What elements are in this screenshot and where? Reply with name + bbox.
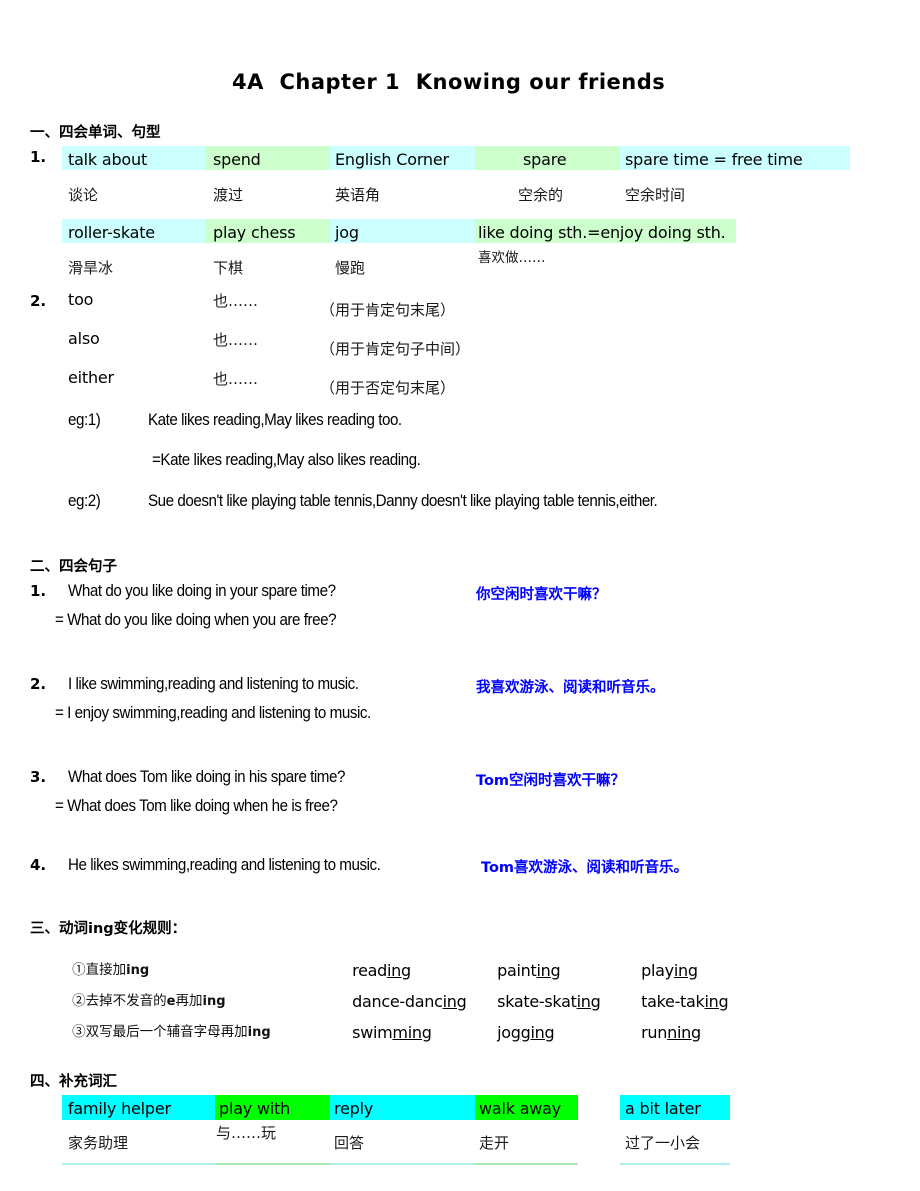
list-number-2: 2. <box>30 292 47 310</box>
vocab-word: jog <box>335 223 359 242</box>
vocab-gloss: 喜欢做…… <box>478 250 546 266</box>
extra-vocab-gloss: 走开 <box>479 1134 510 1152</box>
column-rule <box>62 1163 215 1165</box>
ing-suffix: ing <box>442 992 467 1011</box>
vocab-gloss: 谈论 <box>68 186 99 204</box>
column-rule <box>475 1163 578 1165</box>
ing-rule-text: ①直接加 <box>72 961 127 978</box>
extra-vocab-word: reply <box>334 1099 374 1118</box>
sentence-translation: Tom喜欢游泳、阅读和听音乐。 <box>481 860 689 876</box>
column-rule <box>215 1163 330 1165</box>
vocab-word: talk about <box>68 150 148 169</box>
ing-stem: swim <box>352 1023 393 1042</box>
sentence-number: 3. <box>30 768 47 786</box>
adverb-word: too <box>68 290 94 309</box>
adverb-note: （用于否定句末尾） <box>320 379 456 397</box>
sentence-line-primary: He likes swimming,reading and listening … <box>68 856 381 874</box>
ing-suffix: ing <box>704 992 729 1011</box>
extra-vocab-word: walk away <box>479 1099 562 1118</box>
adverb-note: （用于肯定句末尾） <box>320 301 456 319</box>
column-rule <box>330 1163 475 1165</box>
adverb-gloss: 也…… <box>213 292 259 310</box>
adverb-word: also <box>68 329 100 348</box>
example-line: Sue doesn't like playing table tennis,Da… <box>148 492 658 510</box>
ing-rule-text: ②去掉不发音的 <box>72 992 167 1009</box>
sentence-line-equivalent: = What do you like doing when you are fr… <box>55 611 337 629</box>
vocab-word: like doing sth.=enjoy doing sth. <box>478 223 726 242</box>
extra-vocab-gloss: 家务助理 <box>68 1134 129 1152</box>
sentence-number: 2. <box>30 675 47 693</box>
list-number-1: 1. <box>30 148 47 166</box>
sentence-number: 4. <box>30 856 47 874</box>
vocab-gloss: 空余时间 <box>625 186 686 204</box>
ing-rule-bold: ing <box>247 1024 271 1040</box>
vocab-word: play chess <box>213 223 296 242</box>
sentence-line-equivalent: = What does Tom like doing when he is fr… <box>55 797 338 815</box>
vocab-word: spend <box>213 150 261 169</box>
extra-vocab-word: a bit later <box>625 1099 701 1118</box>
adverb-note: （用于肯定句子中间） <box>320 340 471 358</box>
sentence-line-equivalent: = I enjoy swimming,reading and listening… <box>55 704 371 722</box>
section-heading-2: 二、四会句子 <box>30 559 117 575</box>
vocab-gloss: 空余的 <box>518 186 564 204</box>
ing-suffix: ging <box>520 1023 555 1042</box>
example-label: eg:2) <box>68 492 101 510</box>
adverb-gloss: 也…… <box>213 331 259 349</box>
example-line: Kate likes reading,May likes reading too… <box>148 411 402 429</box>
ing-stem: run <box>641 1023 668 1042</box>
adverb-gloss: 也…… <box>213 370 259 388</box>
ing-rule-bold: e <box>166 993 176 1009</box>
sentence-line-primary: What do you like doing in your spare tim… <box>68 582 336 600</box>
ing-rule-bold: ing <box>126 962 150 978</box>
vocab-gloss: 英语角 <box>335 186 381 204</box>
section-heading-1: 一、四会单词、句型 <box>30 125 161 141</box>
vocab-gloss: 渡过 <box>213 186 244 204</box>
vocab-gloss: 慢跑 <box>335 259 366 277</box>
ing-rule-text: ③双写最后一个辅音字母再加 <box>72 1023 248 1040</box>
vocab-gloss: 滑旱冰 <box>68 259 114 277</box>
ing-suffix: ning <box>667 1023 701 1042</box>
page-title: 4A Chapter 1 Knowing our friends <box>232 70 666 94</box>
sentence-translation: 我喜欢游泳、阅读和听音乐。 <box>476 680 665 696</box>
ing-suffix: ming <box>392 1023 432 1042</box>
extra-vocab-word: family helper <box>68 1099 171 1118</box>
sentence-number: 1. <box>30 582 47 600</box>
sentence-translation: Tom空闲时喜欢干嘛？ <box>476 773 626 789</box>
ing-rule-label: ③双写最后一个辅音字母再加ing <box>55 1012 271 1053</box>
extra-vocab-word: play with <box>219 1099 291 1118</box>
sentence-line-primary: I like swimming,reading and listening to… <box>68 675 359 693</box>
section-heading-3: 三、动词ing变化规则： <box>30 921 187 937</box>
example-line: =Kate likes reading,May also likes readi… <box>152 451 421 469</box>
document-page: 4A Chapter 1 Knowing our friends 一、四会单词、… <box>0 0 920 1191</box>
sentence-translation: 你空闲时喜欢干嘛？ <box>476 587 607 603</box>
ing-rule-bold-2: ing <box>202 993 226 1009</box>
vocab-word: spare <box>523 150 567 169</box>
sentence-line-primary: What does Tom like doing in his spare ti… <box>68 768 345 786</box>
extra-vocab-gloss: 与……玩 <box>216 1124 277 1142</box>
ing-example: running <box>622 1009 701 1057</box>
ing-stem: jog <box>497 1023 521 1042</box>
ing-suffix: ing <box>576 992 601 1011</box>
vocab-word: spare time = free time <box>625 150 803 169</box>
extra-vocab-gloss: 回答 <box>334 1134 365 1152</box>
example-label: eg:1) <box>68 411 101 429</box>
vocab-word: roller-skate <box>68 223 155 242</box>
ing-rule-text-mid: 再加 <box>175 992 203 1009</box>
adverb-word: either <box>68 368 114 387</box>
vocab-gloss: 下棋 <box>213 259 244 277</box>
section-heading-4: 四、补充词汇 <box>30 1074 117 1090</box>
ing-example: swimming <box>333 1009 432 1057</box>
column-rule <box>620 1163 730 1165</box>
extra-vocab-gloss: 过了一小会 <box>625 1134 701 1152</box>
vocab-word: English Corner <box>335 150 449 169</box>
ing-example: jogging <box>478 1009 555 1057</box>
